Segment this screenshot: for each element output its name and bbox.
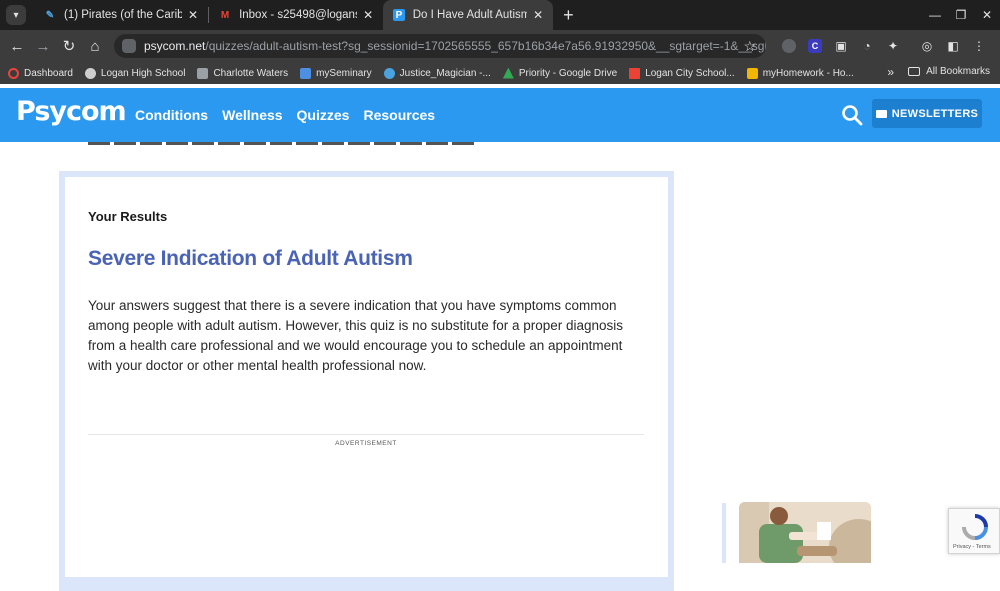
browser-toolbar: ← → ↻ ⌂ psycom.net /quizzes/adult-autism… bbox=[0, 30, 1000, 62]
menu-kebab-icon[interactable]: ⋮ bbox=[968, 38, 990, 54]
bookmark-logan-city-school[interactable]: Logan City School... bbox=[629, 67, 735, 79]
reload-icon[interactable]: ↻ bbox=[56, 37, 82, 55]
forward-arrow-icon[interactable]: → bbox=[30, 38, 56, 55]
extensions-puzzle-icon[interactable]: ✦ bbox=[882, 38, 904, 54]
google-drive-icon bbox=[502, 67, 514, 79]
sidebar-accent-bar bbox=[722, 503, 726, 563]
bookmarks-bar: Dashboard Logan High School Charlotte Wa… bbox=[0, 62, 1000, 84]
sidebar-article-image[interactable] bbox=[739, 502, 871, 563]
page-icon bbox=[197, 67, 209, 79]
extension-round-icon[interactable] bbox=[778, 38, 800, 54]
site-info-icon[interactable] bbox=[122, 39, 136, 53]
restore-icon[interactable]: ❐ bbox=[948, 8, 974, 22]
envelope-icon bbox=[875, 109, 887, 118]
feather-icon bbox=[383, 67, 395, 79]
ad-divider bbox=[88, 434, 644, 435]
address-bar[interactable]: psycom.net /quizzes/adult-autism-test?sg… bbox=[114, 34, 766, 58]
nav-quizzes[interactable]: Quizzes bbox=[297, 107, 350, 123]
newsletters-button[interactable]: NEWSLETTERS bbox=[872, 99, 982, 128]
minimize-icon[interactable]: — bbox=[922, 8, 948, 22]
tab-title: Do I Have Adult Autism? (Self- bbox=[412, 9, 528, 21]
nav-wellness[interactable]: Wellness bbox=[222, 107, 282, 123]
nav-conditions[interactable]: Conditions bbox=[135, 107, 208, 123]
results-body: Your answers suggest that there is a sev… bbox=[88, 298, 624, 373]
feather-favicon-icon: ✎ bbox=[45, 9, 55, 21]
main-nav: Conditions Wellness Quizzes Resources bbox=[135, 107, 449, 123]
recaptcha-links[interactable]: Privacy - Terms bbox=[953, 544, 991, 550]
nav-resources[interactable]: Resources bbox=[363, 107, 435, 123]
url-path: /quizzes/adult-autism-test?sg_sessionid=… bbox=[205, 39, 766, 53]
browser-tab-autism-quiz[interactable]: P Do I Have Adult Autism? (Self- ✕ bbox=[383, 0, 554, 30]
search-icon[interactable] bbox=[841, 104, 863, 126]
homework-icon bbox=[746, 67, 758, 79]
close-tab-icon[interactable]: ✕ bbox=[363, 8, 373, 22]
tab-search-button[interactable]: ▾ bbox=[6, 5, 26, 25]
browser-tab-inbox[interactable]: M Inbox - s25498@loganschools ✕ bbox=[209, 0, 383, 30]
bookmark-charlotte-waters[interactable]: Charlotte Waters bbox=[197, 67, 288, 79]
school-icon bbox=[84, 67, 96, 79]
new-tab-button[interactable]: + bbox=[563, 5, 574, 26]
close-tab-icon[interactable]: ✕ bbox=[188, 8, 198, 22]
tab-title: (1) Pirates (of the Caribbean) F bbox=[64, 9, 182, 21]
recaptcha-icon bbox=[962, 514, 988, 540]
results-label: Your Results bbox=[88, 209, 168, 224]
psycom-logo[interactable]: Psycom bbox=[16, 96, 127, 127]
side-panel-icon[interactable]: ◧ bbox=[942, 38, 964, 54]
gmail-favicon-icon: M bbox=[220, 9, 230, 21]
bookmark-priority-drive[interactable]: Priority - Google Drive bbox=[502, 67, 617, 79]
window-controls: — ❐ ✕ bbox=[922, 0, 1000, 30]
results-card bbox=[65, 177, 668, 577]
bookmark-logan-high-school[interactable]: Logan High School bbox=[84, 67, 185, 79]
browser-tab-pirates[interactable]: ✎ (1) Pirates (of the Caribbean) F ✕ bbox=[34, 0, 208, 30]
extension-box-icon[interactable]: ▣ bbox=[830, 38, 852, 54]
bookmark-myseminary[interactable]: mySeminary bbox=[300, 67, 372, 79]
therapy-photo-icon bbox=[739, 502, 871, 563]
performance-icon[interactable]: ◎ bbox=[916, 38, 938, 54]
seminary-icon bbox=[300, 67, 312, 79]
home-icon[interactable]: ⌂ bbox=[82, 38, 108, 55]
close-window-icon[interactable]: ✕ bbox=[974, 8, 1000, 22]
more-bookmarks-button[interactable]: » bbox=[887, 65, 894, 79]
back-arrow-icon[interactable]: ← bbox=[4, 38, 30, 55]
dashboard-icon bbox=[8, 67, 19, 79]
bookmark-dashboard[interactable]: Dashboard bbox=[8, 67, 73, 79]
extension-icons: C ▣ ◔ ✦ ◎ ◧ ⋮ bbox=[778, 30, 994, 62]
clipped-text-line bbox=[88, 142, 478, 145]
bookmark-justice-magician[interactable]: Justice_Magician -... bbox=[383, 67, 491, 79]
psycom-favicon-icon: P bbox=[393, 9, 405, 21]
bookmark-myhomework[interactable]: myHomework - Ho... bbox=[746, 67, 854, 79]
browser-tab-strip: ▾ ✎ (1) Pirates (of the Caribbean) F ✕ M… bbox=[0, 0, 1000, 30]
extension-c-icon[interactable]: C bbox=[804, 38, 826, 54]
folder-icon bbox=[908, 67, 921, 76]
site-header: Psycom Conditions Wellness Quizzes Resou… bbox=[0, 88, 1000, 142]
close-tab-icon[interactable]: ✕ bbox=[533, 8, 543, 22]
gmail-icon bbox=[629, 67, 641, 79]
tab-title: Inbox - s25498@loganschools bbox=[239, 9, 357, 21]
chevron-down-icon: ▾ bbox=[13, 9, 19, 21]
all-bookmarks-button[interactable]: All Bookmarks bbox=[908, 66, 990, 77]
url-host: psycom.net bbox=[144, 39, 206, 53]
results-title: Severe Indication of Adult Autism bbox=[88, 247, 413, 270]
bookmark-star-icon[interactable]: ☆ bbox=[743, 38, 756, 55]
advertisement-label: ADVERTISEMENT bbox=[335, 440, 397, 447]
recaptcha-badge[interactable]: Privacy - Terms bbox=[948, 508, 1000, 554]
extension-circle-icon[interactable]: ◔ bbox=[856, 38, 878, 54]
